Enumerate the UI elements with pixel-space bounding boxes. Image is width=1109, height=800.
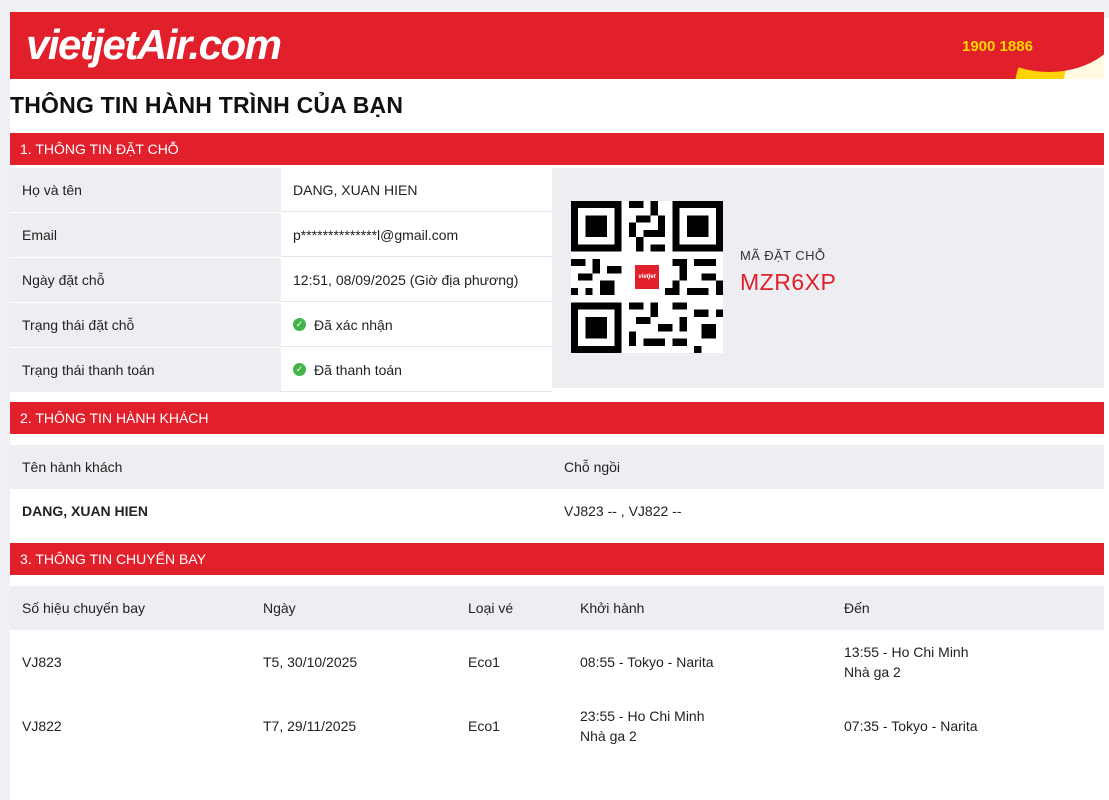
qr-logo-icon: vietjet [633,263,661,291]
flight-number: VJ823 [22,654,62,670]
flight-number: VJ822 [22,718,62,734]
booking-row-name: Họ và tên DANG, XUAN HIEN [10,168,552,213]
check-circle-icon: ✓ [293,318,306,331]
departure-info: 08:55 - Tokyo - Narita [580,654,714,670]
flight-date: T7, 29/11/2025 [263,718,357,734]
arrival-info: 07:35 - Tokyo - Narita [844,718,978,734]
booking-status-text: Đã xác nhận [314,316,393,333]
booking-row-value: DANG, XUAN HIEN [281,168,552,212]
col-header-arrive: Đến [844,600,870,616]
fare-class: Eco1 [468,718,500,734]
col-header-passenger-name: Tên hành khách [22,459,123,475]
col-header-seat: Chỗ ngồi [564,459,621,475]
pnr-label: MÃ ĐẶT CHỖ [740,248,826,263]
passenger-name: DANG, XUAN HIEN [22,503,149,519]
arrival-info: 13:55 - Ho Chi Minh [844,644,969,660]
booking-row-label: Trạng thái thanh toán [10,348,281,392]
section-booking-info-header: 1. THÔNG TIN ĐẶT CHỖ [10,133,1104,165]
booking-row-value: 12:51, 08/09/2025 (Giờ địa phương) [281,258,552,302]
booking-row-status: Trạng thái đặt chỗ ✓ Đã xác nhận [10,303,552,348]
col-header-flight-no: Số hiệu chuyến bay [22,600,145,616]
col-header-depart: Khởi hành [580,600,645,616]
booking-row-label: Email [10,213,281,257]
col-header-fare: Loại vé [468,600,514,616]
booking-row-payment: Trạng thái thanh toán ✓ Đã thanh toán [10,348,552,393]
vietjet-logo[interactable]: vietjetAir.com [26,20,282,70]
booking-row-label: Trạng thái đặt chỗ [10,303,281,347]
table-row: VJ822 T7, 29/11/2025 Eco1 23:55 - Ho Chi… [10,694,1104,758]
fare-class: Eco1 [468,654,500,670]
arrival-cell: 07:35 - Tokyo - Narita [844,694,978,758]
section-passenger-info-header: 2. THÔNG TIN HÀNH KHÁCH [10,402,1104,434]
page-title: THÔNG TIN HÀNH TRÌNH CỦA BẠN [10,92,404,118]
booking-row-value: ✓ Đã thanh toán [281,348,552,392]
qr-panel: vietjet MÃ ĐẶT CHỖ MZR6XP [552,168,1104,388]
booking-row-email: Email p**************l@gmail.com [10,213,552,258]
site-header: vietjetAir.com 1900 1886 [10,12,1104,79]
departure-cell: 23:55 - Ho Chi Minh Nhà ga 2 [580,694,705,758]
arrival-terminal: Nhà ga 2 [844,664,901,680]
section-flight-info-header: 3. THÔNG TIN CHUYẾN BAY [10,543,1104,575]
arrival-cell: 13:55 - Ho Chi Minh Nhà ga 2 [844,630,969,694]
booking-row-label: Họ và tên [10,168,281,212]
departure-cell: 08:55 - Tokyo - Narita [580,630,714,694]
booking-qr-code: vietjet [571,201,723,353]
booking-row-value: ✓ Đã xác nhận [281,303,552,347]
col-header-date: Ngày [263,600,296,616]
booking-row-label: Ngày đặt chỗ [10,258,281,302]
flight-date: T5, 30/10/2025 [263,654,358,670]
table-row: DANG, XUAN HIEN VJ823 -- , VJ822 -- [10,489,1104,533]
passenger-table-header: Tên hành khách Chỗ ngồi [10,445,1104,489]
hotline-number[interactable]: 1900 1886 [962,38,1033,55]
booking-info-table: Họ và tên DANG, XUAN HIEN Email p*******… [10,168,552,393]
booking-row-value: p**************l@gmail.com [281,213,552,257]
booking-row-date: Ngày đặt chỗ 12:51, 08/09/2025 (Giờ địa … [10,258,552,303]
payment-status-text: Đã thanh toán [314,361,402,378]
table-row: VJ823 T5, 30/10/2025 Eco1 08:55 - Tokyo … [10,630,1104,694]
check-circle-icon: ✓ [293,363,306,376]
flight-table-header: Số hiệu chuyến bay Ngày Loại vé Khởi hàn… [10,586,1104,630]
pnr-code: MZR6XP [740,269,837,295]
departure-terminal: Nhà ga 2 [580,728,637,744]
passenger-seat: VJ823 -- , VJ822 -- [564,503,682,519]
departure-info: 23:55 - Ho Chi Minh [580,708,705,724]
